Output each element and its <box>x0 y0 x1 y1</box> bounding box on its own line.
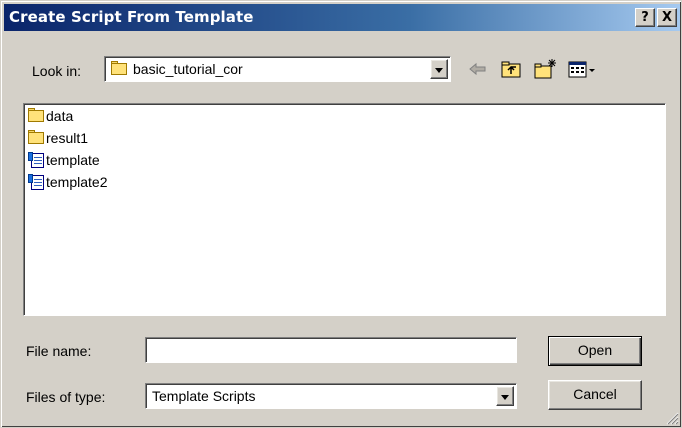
up-folder-icon <box>501 61 521 78</box>
file-name: result1 <box>46 130 89 146</box>
dialog-title: Create Script From Template <box>9 8 254 26</box>
new-folder-icon <box>534 59 556 79</box>
list-item[interactable]: data <box>28 106 73 126</box>
back-arrow-icon <box>469 62 486 76</box>
file-name: template <box>46 152 100 168</box>
filename-label: File name: <box>26 343 92 359</box>
lookin-dropdown-button[interactable] <box>430 59 448 79</box>
list-item[interactable]: result1 <box>28 128 88 148</box>
filename-input[interactable] <box>145 337 517 363</box>
filetype-combo[interactable]: Template Scripts <box>145 383 517 409</box>
file-name: data <box>46 108 74 124</box>
lookin-label: Look in: <box>32 63 82 79</box>
up-folder-button[interactable] <box>498 57 524 81</box>
script-file-icon <box>28 174 44 190</box>
folder-icon <box>111 61 127 75</box>
help-button[interactable]: ? <box>635 8 655 27</box>
file-name: template2 <box>46 174 108 190</box>
filetype-dropdown-button[interactable] <box>496 386 514 406</box>
open-button[interactable]: Open <box>548 336 642 366</box>
close-button[interactable]: X <box>657 8 677 27</box>
resize-grip-icon[interactable] <box>665 411 679 425</box>
list-item[interactable]: template <box>28 150 100 170</box>
dialog-window: Create Script From Template ? X Look in:… <box>0 0 682 428</box>
folder-icon <box>28 108 44 124</box>
filetype-value: Template Scripts <box>152 388 256 404</box>
cancel-button[interactable]: Cancel <box>548 380 642 410</box>
back-button[interactable] <box>465 57 491 81</box>
new-folder-button[interactable] <box>532 57 558 81</box>
list-item[interactable]: template2 <box>28 172 107 192</box>
file-list[interactable]: data result1 template template2 <box>23 103 666 316</box>
script-file-icon <box>28 152 44 168</box>
title-bar[interactable]: Create Script From Template ? X <box>4 4 680 31</box>
lookin-value: basic_tutorial_cor <box>133 61 243 77</box>
lookin-combo[interactable]: basic_tutorial_cor <box>104 56 451 82</box>
filetype-label: Files of type: <box>26 389 106 405</box>
view-menu-button[interactable] <box>566 57 600 81</box>
folder-icon <box>28 130 44 146</box>
view-menu-icon <box>568 61 595 78</box>
